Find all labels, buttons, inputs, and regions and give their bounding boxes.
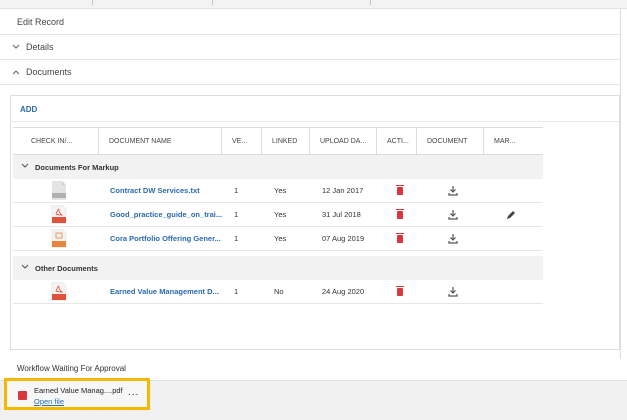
version-cell: 1 bbox=[234, 287, 239, 296]
markup-cell bbox=[486, 179, 536, 202]
download-icon[interactable] bbox=[447, 233, 458, 244]
download-icon[interactable] bbox=[447, 286, 458, 297]
upload-date-cell: 24 Aug 2020 bbox=[322, 287, 365, 296]
download-icon[interactable] bbox=[447, 209, 458, 220]
txt-file-icon bbox=[51, 181, 66, 200]
actions-cell bbox=[380, 179, 419, 202]
document-name-link[interactable]: Cora Portfolio Offering Gener... bbox=[104, 227, 225, 250]
actions-cell bbox=[380, 203, 419, 226]
document-name-link[interactable]: Earned Value Management D... bbox=[104, 280, 225, 303]
divider bbox=[212, 0, 213, 5]
download-filename: Earned Value Manag....pdf bbox=[34, 386, 123, 395]
chevron-up-icon bbox=[12, 68, 24, 77]
document-cell bbox=[419, 280, 486, 303]
chevron-down-icon bbox=[12, 43, 24, 52]
download-icon[interactable] bbox=[447, 185, 458, 196]
markup-cell bbox=[486, 203, 536, 226]
column-header-linked[interactable]: LINKED bbox=[262, 128, 310, 154]
trash-icon[interactable] bbox=[395, 285, 404, 296]
details-label: Details bbox=[26, 42, 54, 52]
column-header-actions[interactable]: ACTI... bbox=[377, 128, 417, 154]
add-button[interactable]: ADD bbox=[20, 105, 37, 114]
document-name-link[interactable]: Good_practice_guide_on_trai... bbox=[104, 203, 225, 226]
divider bbox=[620, 9, 621, 359]
version-cell: 1 bbox=[234, 210, 239, 219]
file-type-cell bbox=[13, 227, 104, 250]
trash-icon[interactable] bbox=[395, 208, 404, 219]
table-header: CHECK IN/... DOCUMENT NAME VE... LINKED … bbox=[13, 127, 543, 155]
pencil-icon[interactable] bbox=[506, 210, 516, 220]
document-cell bbox=[419, 179, 486, 202]
table-row[interactable]: Contract DW Services.txt 1 Yes 12 Jan 20… bbox=[13, 179, 543, 203]
workflow-status: Workflow Waiting For Approval bbox=[17, 364, 126, 373]
version-cell: 1 bbox=[234, 234, 239, 243]
top-strip bbox=[0, 0, 627, 9]
page-title: Edit Record bbox=[17, 16, 65, 27]
markup-cell bbox=[486, 227, 536, 250]
trash-icon[interactable] bbox=[395, 232, 404, 243]
column-header-version[interactable]: VE... bbox=[222, 128, 262, 154]
more-options-icon[interactable]: ... bbox=[128, 387, 139, 398]
linked-cell: Yes bbox=[274, 186, 287, 195]
group-header-other-documents[interactable]: Other Documents bbox=[13, 256, 543, 280]
ppt-file-icon bbox=[51, 229, 66, 248]
documents-panel: ADD CHECK IN/... DOCUMENT NAME VE... LIN… bbox=[10, 95, 620, 350]
edit-record-header: Edit Record bbox=[0, 9, 620, 35]
upload-date-cell: 12 Jan 2017 bbox=[322, 186, 364, 195]
upload-date-cell: 31 Jul 2018 bbox=[322, 210, 361, 219]
document-name-link[interactable]: Contract DW Services.txt bbox=[104, 179, 225, 202]
document-cell bbox=[419, 227, 486, 250]
open-file-link[interactable]: Open file bbox=[34, 397, 64, 406]
column-header-upload-date[interactable]: UPLOAD DA... bbox=[310, 128, 377, 154]
linked-cell: Yes bbox=[274, 210, 287, 219]
linked-cell: Yes bbox=[274, 234, 287, 243]
actions-cell bbox=[380, 280, 419, 303]
markup-cell bbox=[486, 280, 536, 303]
group-header-documents-for-markup[interactable]: Documents For Markup bbox=[13, 155, 543, 179]
column-header-markup[interactable]: MAR... bbox=[484, 128, 534, 154]
chevron-down-icon bbox=[21, 163, 33, 171]
actions-cell bbox=[380, 227, 419, 250]
file-type-cell bbox=[13, 203, 104, 226]
column-header-document-name[interactable]: DOCUMENT NAME bbox=[99, 128, 222, 154]
column-header-check-in[interactable]: CHECK IN/... bbox=[13, 128, 99, 154]
download-item[interactable]: Earned Value Manag....pdf Open file ... bbox=[4, 378, 150, 410]
group-label: Documents For Markup bbox=[35, 162, 119, 172]
trash-icon[interactable] bbox=[395, 184, 404, 195]
file-type-cell bbox=[13, 280, 104, 303]
pdf-file-icon bbox=[51, 205, 66, 224]
pdf-icon bbox=[18, 391, 27, 400]
chevron-down-icon bbox=[21, 264, 33, 272]
linked-cell: No bbox=[274, 287, 284, 296]
divider bbox=[370, 0, 371, 5]
column-header-document[interactable]: DOCUMENT bbox=[417, 128, 484, 154]
file-type-cell bbox=[13, 179, 104, 202]
table-row[interactable]: Good_practice_guide_on_trai... 1 Yes 31 … bbox=[13, 203, 543, 227]
details-section-toggle[interactable]: Details bbox=[0, 35, 620, 60]
divider bbox=[92, 0, 93, 5]
documents-section-toggle[interactable]: Documents bbox=[0, 60, 620, 85]
pdf-file-icon bbox=[51, 282, 66, 301]
upload-date-cell: 07 Aug 2019 bbox=[322, 234, 365, 243]
table-row[interactable]: Cora Portfolio Offering Gener... 1 Yes 0… bbox=[13, 227, 543, 251]
group-label: Other Documents bbox=[35, 263, 98, 273]
documents-label: Documents bbox=[26, 67, 72, 77]
document-cell bbox=[419, 203, 486, 226]
table-row[interactable]: Earned Value Management D... 1 No 24 Aug… bbox=[13, 280, 543, 304]
add-toolbar: ADD bbox=[11, 96, 619, 122]
version-cell: 1 bbox=[234, 186, 239, 195]
